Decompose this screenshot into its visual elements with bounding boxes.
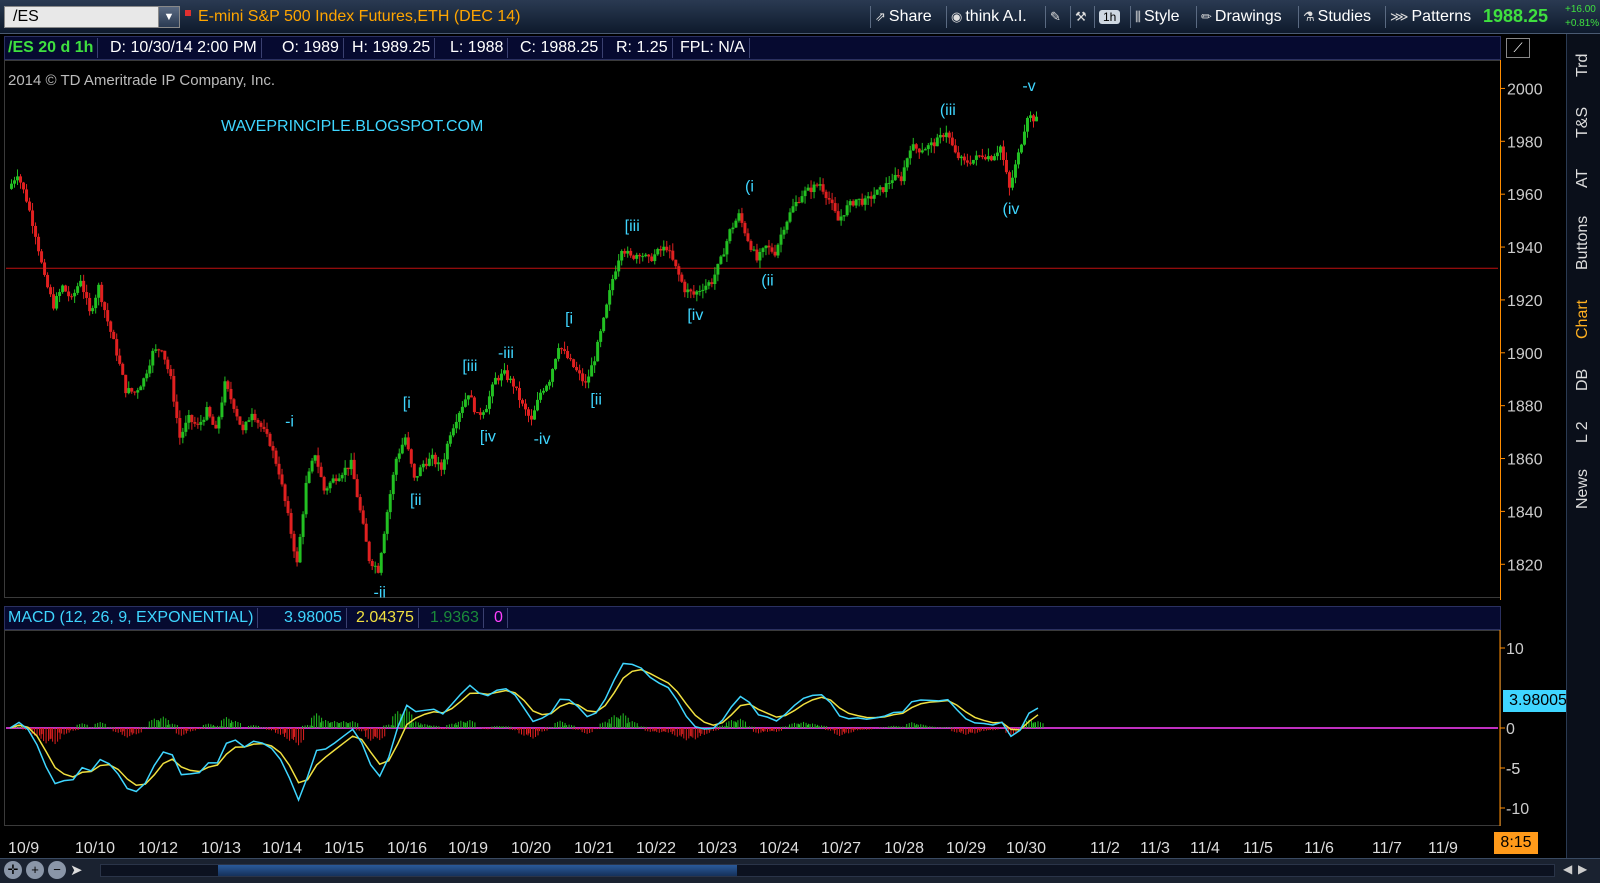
date-tick-label: 10/30 [1006,840,1046,857]
date-tick-label: 10/29 [946,840,986,857]
time-tag: 8:15 [1494,832,1538,854]
zoom-out-icon: − [53,862,61,877]
scroll-right-icon[interactable]: ▶ [1578,862,1587,876]
date-tick-label: 10/22 [636,840,676,857]
zoom-in-button[interactable]: + [26,861,44,879]
date-tick-label: 11/2 [1090,840,1120,857]
date-tick-label: 11/4 [1190,840,1220,857]
date-tick-label: 10/28 [884,840,924,857]
date-axis: 10/9 10/10 10/12 10/13 10/14 10/15 10/16 10/19 1… [8,840,1458,857]
date-tick-label: 10/10 [75,840,115,857]
date-tick-label: 11/5 [1243,840,1273,857]
zoom-fit-button[interactable]: ✛ [4,861,22,879]
date-tick-label: 10/15 [324,840,364,857]
sidebar-tab-buttons[interactable]: Buttons [1566,208,1600,278]
cursor-pointer-icon[interactable]: ➤ [70,861,83,879]
crosshair-icon: ✛ [7,862,19,877]
sidebar-tab-l-2[interactable]: L 2 [1566,412,1600,452]
date-tick-label: 11/3 [1140,840,1170,857]
date-tick-label: 10/13 [201,840,241,857]
zoom-out-button[interactable]: − [48,861,66,879]
scrollbar-thumb[interactable] [218,865,737,876]
sidebar-tab-news[interactable]: News [1566,464,1600,514]
zoom-in-icon: + [31,862,39,877]
date-tick-label: 10/16 [387,840,427,857]
date-tick-label: 10/20 [511,840,551,857]
date-tick-label: 10/14 [262,840,302,857]
sidebar-tab-trd[interactable]: Trd [1566,40,1600,90]
sidebar-tab-t-s[interactable]: T&S [1566,98,1600,146]
scroll-left-icon[interactable]: ◀ [1563,862,1572,876]
date-tick-label: 11/6 [1304,840,1334,857]
date-tick-label: 10/24 [759,840,799,857]
date-tick-label: 11/9 [1428,840,1458,857]
date-tick-label: 10/9 [8,840,39,857]
date-tick-label: 10/21 [574,840,614,857]
date-tick-label: 11/7 [1372,840,1402,857]
date-tick-label: 10/23 [697,840,737,857]
sidebar-tab-chart[interactable]: Chart [1566,290,1600,348]
sidebar-tab-db[interactable]: DB [1566,360,1600,400]
sidebar-tab-at[interactable]: AT [1566,158,1600,198]
date-tick-label: 10/12 [138,840,178,857]
date-tick-label: 10/19 [448,840,488,857]
date-tick-label: 10/27 [821,840,861,857]
